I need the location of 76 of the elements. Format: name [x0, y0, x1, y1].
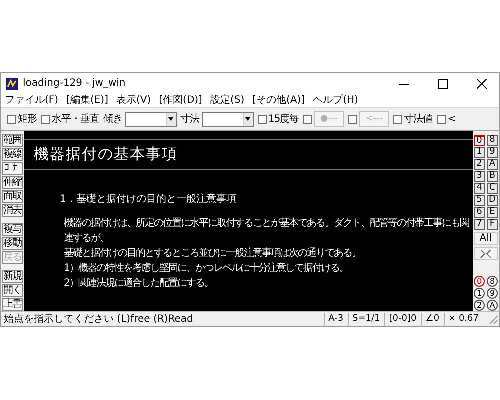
dropdown-arrow-icon	[245, 117, 251, 121]
status-field: S=1/1	[348, 312, 384, 326]
layer-button[interactable]: 6	[474, 207, 485, 218]
checkbox[interactable]	[436, 114, 446, 124]
drawing-canvas[interactable]: 機器据付の基本事項 1．基礎と据付けの目的と一般注意事項 機器の据付けは、所定の位置に水平に取付することが基本である。ダクト、配管等の付帯工事にも関連するが、 基礎と据付けの目的とするところ並びに一般注意事項は次の通りである。 1）機器の特性を考慮し堅固に、かつレベルに十分注意して据付ける。 2）関連法規に適合した配置にする。	[24, 131, 473, 311]
tool-button[interactable]: ｺｰﾅｰ	[2, 162, 23, 175]
combo-box[interactable]	[202, 112, 254, 126]
field-label: 寸法	[180, 112, 200, 126]
clear-button[interactable]	[474, 247, 498, 260]
status-field: [0-0]0	[384, 312, 421, 326]
drawing-text-line: 基礎と据付けの目的とするところ並びに一般注意事項は次の通りである。	[64, 246, 362, 261]
checkbox-label: 15度毎	[268, 112, 300, 126]
menu-item[interactable]: [編集(E)]	[66, 94, 108, 106]
checkbox-label: 寸法値	[404, 112, 433, 126]
layer-button[interactable]: D	[487, 195, 498, 206]
layer-button[interactable]: 2	[474, 159, 485, 170]
checkbox-label: 水平・垂直	[52, 112, 100, 126]
layer-button[interactable]: 1	[474, 147, 485, 158]
tool-button[interactable]: 面取	[2, 190, 23, 203]
layer-button[interactable]: A	[487, 159, 498, 170]
layer-button[interactable]: F	[487, 219, 498, 230]
tool-button[interactable]: 伸縮	[2, 176, 23, 189]
cross-icon	[480, 250, 492, 258]
drawing-text-line: 機器の据付けは、所定の位置に水平に取付することが基本である。ダクト、配管等の付帯工事にも関連するが、	[64, 216, 469, 246]
layer-button[interactable]: 3	[474, 171, 485, 182]
checkbox[interactable]	[7, 114, 16, 124]
menu-item[interactable]: [その他(A)]	[252, 94, 306, 106]
layer-group-button[interactable]: 8	[487, 276, 498, 287]
close-icon	[477, 78, 487, 88]
menu-item[interactable]: 設定(S)	[210, 94, 245, 106]
all-layers-button[interactable]: All	[474, 232, 498, 245]
layer-group-button[interactable]: 9	[487, 288, 498, 299]
tool-button[interactable]: 複線	[2, 148, 23, 161]
app-logo-icon	[6, 78, 18, 90]
layer-button[interactable]: B	[487, 171, 498, 182]
status-field: A-3	[324, 312, 348, 326]
layer-button[interactable]: E	[487, 207, 498, 218]
menu-item[interactable]: 表示(V)	[116, 94, 152, 106]
checkbox[interactable]	[41, 114, 50, 124]
section-heading: 1．基礎と据付けの目的と一般注意事項	[60, 192, 238, 206]
drawing-text-line: 2）関連法規に適合した配置にする。	[64, 276, 214, 291]
menu-item[interactable]: [作図(D)]	[159, 94, 202, 106]
maximize-icon	[438, 78, 448, 88]
status-message: 始点を指示してください (L)free (R)Read	[3, 312, 194, 326]
layer-button[interactable]: C	[487, 183, 498, 194]
tool-button[interactable]: 上書	[2, 298, 23, 311]
tool-button[interactable]: 新規	[2, 270, 23, 283]
menu-item[interactable]: ファイル(F)	[5, 94, 59, 106]
layer-group-button[interactable]: 0	[474, 276, 485, 287]
menu-item[interactable]: ヘルプ(H)	[313, 94, 358, 106]
tool-button[interactable]: 移動	[2, 237, 23, 250]
status-field: × 0.67	[444, 312, 483, 326]
layer-group-button[interactable]: 2	[474, 300, 485, 311]
field-label: 傾き	[104, 113, 122, 126]
layer-group-button[interactable]: 1	[474, 288, 485, 299]
layer-button[interactable]: 8	[487, 135, 498, 146]
checkbox-label: <	[448, 114, 456, 124]
tool-button[interactable]: 消去	[2, 204, 23, 217]
layer-button[interactable]: 7	[474, 219, 485, 230]
window-title: loading-129 - jw_win	[23, 78, 127, 89]
checkbox[interactable]	[393, 114, 402, 124]
layer-group-button[interactable]: A	[487, 300, 498, 311]
layer-button[interactable]: 4	[474, 183, 485, 194]
tool-button[interactable]: 開く	[2, 284, 23, 297]
layer-button[interactable]: 9	[487, 147, 498, 158]
tool-button[interactable]: 範囲	[2, 134, 23, 147]
drawing-heading: 機器据付の基本事項	[24, 139, 473, 170]
status-field: ∠0	[420, 312, 444, 326]
layer-button[interactable]: 0	[474, 135, 485, 146]
tool-button[interactable]: 複写	[2, 223, 23, 236]
drawing-text-line: 1）機器の特性を考慮し堅固に、かつレベルに十分注意して据付ける。	[64, 262, 350, 276]
dropdown-arrow-icon	[168, 117, 174, 121]
layer-button[interactable]: 5	[474, 195, 485, 206]
combo-box[interactable]	[124, 112, 176, 126]
checkbox-label: 矩形	[18, 113, 37, 126]
checkbox[interactable]	[258, 114, 266, 124]
